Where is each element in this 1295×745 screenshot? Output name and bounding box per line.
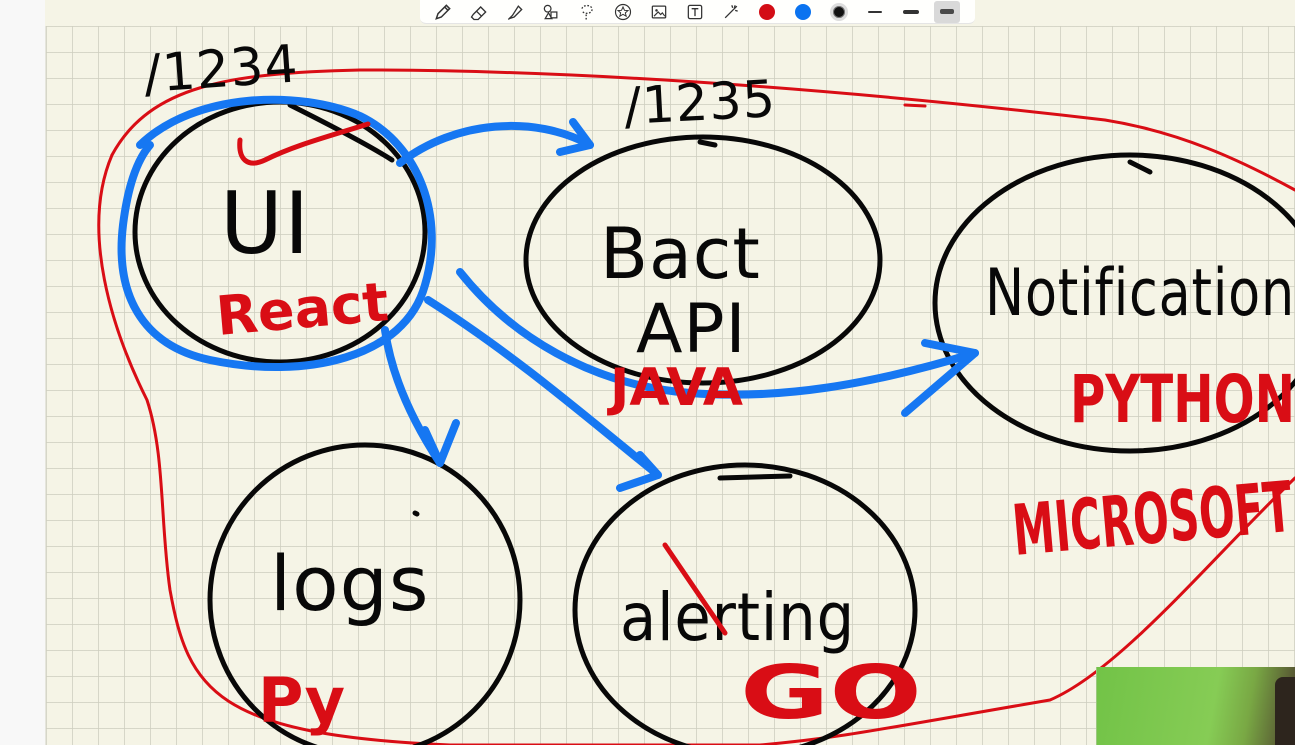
grid-note-canvas[interactable] xyxy=(45,26,1295,745)
laser-pointer-icon xyxy=(724,4,738,18)
shapes-icon xyxy=(543,4,558,19)
medium-stroke-icon xyxy=(903,9,919,14)
text-box-icon xyxy=(687,4,703,19)
video-preview-thumbnail[interactable] xyxy=(1096,667,1295,745)
thick-stroke-button[interactable] xyxy=(934,0,960,23)
thin-stroke-button[interactable] xyxy=(862,1,888,23)
page-gutter xyxy=(0,0,45,745)
image-tool[interactable] xyxy=(646,1,672,23)
star-icon xyxy=(614,3,632,20)
laser-pointer-tool[interactable] xyxy=(718,1,744,23)
shape-tool[interactable] xyxy=(538,1,564,23)
pen-tool[interactable] xyxy=(430,1,456,23)
red-color-swatch[interactable] xyxy=(754,1,780,23)
thick-stroke-icon xyxy=(940,9,954,14)
sticker-tool[interactable] xyxy=(610,1,636,23)
blue-swatch-icon xyxy=(795,3,811,20)
black-color-swatch[interactable] xyxy=(826,1,852,23)
note-app-window: /1234 /1235 UI React Bact API JAVA Notif… xyxy=(0,0,1295,745)
pen-icon xyxy=(435,3,451,20)
medium-stroke-button[interactable] xyxy=(898,1,924,23)
blue-color-swatch[interactable] xyxy=(790,1,816,23)
black-swatch-icon xyxy=(830,2,848,21)
red-swatch-icon xyxy=(759,3,775,20)
lasso-icon xyxy=(581,4,593,19)
drawing-toolbar xyxy=(420,0,975,24)
thin-stroke-icon xyxy=(868,10,882,13)
eraser-icon xyxy=(470,5,487,20)
lasso-tool[interactable] xyxy=(574,1,600,23)
image-icon xyxy=(651,5,667,18)
highlighter-icon xyxy=(507,4,523,20)
highlighter-tool[interactable] xyxy=(502,1,528,23)
text-tool[interactable] xyxy=(682,1,708,23)
eraser-tool[interactable] xyxy=(466,1,492,23)
